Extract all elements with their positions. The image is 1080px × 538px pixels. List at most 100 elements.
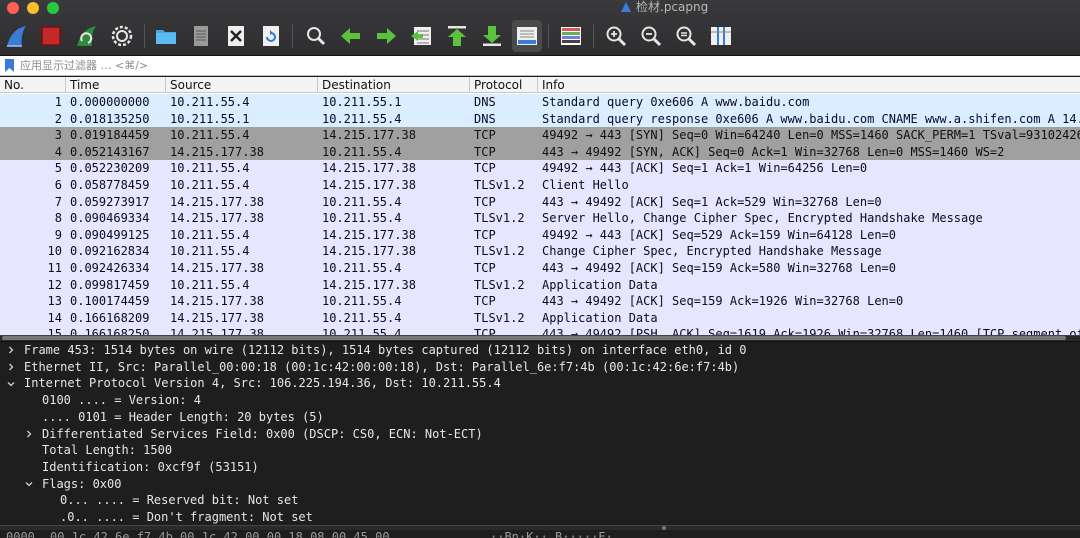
detail-tree-row[interactable]: Total Length: 1500 bbox=[0, 442, 1080, 459]
packet-details-tree: Frame 453: 1514 bytes on wire (12112 bit… bbox=[0, 342, 1080, 525]
packet-protocol: TCP bbox=[474, 261, 496, 275]
packet-row[interactable]: 4 0.052143167 14.215.177.38 10.211.55.4 TCP 4… bbox=[0, 143, 1080, 161]
window-zoom-button[interactable] bbox=[47, 2, 59, 14]
packet-row[interactable]: 5 0.052230209 10.211.55.4 14.215.177.38 TCP 4… bbox=[0, 160, 1080, 177]
colorize-button[interactable] bbox=[556, 20, 586, 52]
packet-row[interactable]: 9 0.090499125 10.211.55.4 14.215.177.38 TCP 4… bbox=[0, 226, 1080, 244]
packet-row[interactable]: 12 0.099817459 10.211.55.4 14.215.177.38 TLS… bbox=[0, 276, 1080, 294]
capture-options-button[interactable] bbox=[107, 20, 137, 52]
packet-row[interactable]: 6 0.058778459 10.211.55.4 14.215.177.38 TLSv… bbox=[0, 177, 1080, 194]
detail-tree-label: Frame 453: 1514 bytes on wire (12112 bit… bbox=[24, 343, 747, 357]
packet-row[interactable]: 1 0.000000000 10.211.55.4 10.211.55.1 DNS Sta… bbox=[0, 94, 1080, 111]
packet-no: 3 bbox=[54, 128, 62, 143]
scrollbar-thumb[interactable] bbox=[2, 336, 1066, 340]
detail-tree-row[interactable]: Differentiated Services Field: 0x00 (DSC… bbox=[0, 426, 1080, 443]
window-title-text: 检材.pcapng bbox=[636, 0, 709, 14]
chevron-right-icon[interactable] bbox=[24, 426, 34, 443]
packet-time: 0.090499125 bbox=[70, 227, 150, 242]
packet-info: 443 → 49492 [ACK] Seq=159 Ack=1926 Win=3… bbox=[542, 294, 904, 309]
packet-source: 10.211.55.4 bbox=[170, 128, 250, 143]
column-header-no[interactable]: No. bbox=[0, 77, 66, 93]
detail-tree-label: .0.. .... = Don't fragment: Not set bbox=[60, 510, 313, 524]
save-file-button[interactable] bbox=[186, 20, 216, 52]
open-file-button[interactable] bbox=[151, 20, 181, 52]
packet-row[interactable]: 11 0.092426334 14.215.177.38 10.211.55.4 TCP… bbox=[0, 260, 1080, 277]
stop-capture-button[interactable] bbox=[36, 20, 66, 52]
zoom-out-button[interactable] bbox=[636, 20, 666, 52]
packet-no: 14 bbox=[47, 310, 62, 325]
detail-tree-row[interactable]: 0100 .... = Version: 4 bbox=[0, 392, 1080, 409]
packet-row[interactable]: 7 0.059273917 14.215.177.38 10.211.55.4 TCP 4… bbox=[0, 193, 1080, 211]
toolbar-separator bbox=[292, 24, 293, 48]
arrow-right-icon bbox=[377, 28, 396, 44]
go-first-packet-button[interactable] bbox=[442, 20, 472, 52]
packet-no: 2 bbox=[54, 111, 62, 126]
column-header-info[interactable]: Info bbox=[538, 77, 1080, 93]
packet-time: 0.059273917 bbox=[70, 194, 150, 209]
packet-row[interactable]: 3 0.019184459 10.211.55.4 14.215.177.38 TCP 4… bbox=[0, 127, 1080, 144]
folder-icon bbox=[156, 30, 176, 44]
go-back-button[interactable] bbox=[336, 20, 366, 52]
column-header-protocol[interactable]: Protocol bbox=[470, 77, 538, 93]
detail-tree-row[interactable]: .0.. .... = Don't fragment: Not set bbox=[0, 509, 1080, 525]
window-title: 检材.pcapng bbox=[620, 0, 708, 14]
packet-list-hscrollbar[interactable] bbox=[0, 336, 1080, 340]
chevron-down-icon[interactable] bbox=[24, 476, 34, 493]
packet-time: 0.166168250 bbox=[70, 327, 150, 335]
reload-file-button[interactable] bbox=[256, 20, 286, 52]
detail-tree-row[interactable]: Frame 453: 1514 bytes on wire (12112 bit… bbox=[0, 342, 1080, 359]
detail-tree-row[interactable]: Identification: 0xcf9f (53151) bbox=[0, 459, 1080, 476]
detail-tree-row[interactable]: Flags: 0x00 bbox=[0, 476, 1080, 493]
start-capture-button[interactable] bbox=[2, 20, 32, 52]
toolbar-separator bbox=[593, 24, 594, 48]
packet-no: 11 bbox=[47, 261, 62, 275]
packet-destination: 14.215.177.38 bbox=[322, 277, 416, 292]
window-minimize-button[interactable] bbox=[27, 2, 39, 14]
arrow-up-bar-icon bbox=[448, 26, 466, 46]
go-forward-button[interactable] bbox=[371, 20, 401, 52]
restart-capture-button[interactable] bbox=[72, 20, 102, 52]
go-to-packet-button[interactable] bbox=[407, 20, 437, 52]
packet-list: No. Time Source Destination Protocol Inf… bbox=[0, 77, 1080, 335]
detail-tree-row[interactable]: Ethernet II, Src: Parallel_00:00:18 (00:… bbox=[0, 359, 1080, 376]
zoom-in-button[interactable] bbox=[601, 20, 631, 52]
packet-time: 0.052230209 bbox=[70, 161, 150, 176]
packet-protocol: DNS bbox=[474, 95, 496, 109]
packet-row[interactable]: 13 0.100174459 14.215.177.38 10.211.55.4 TCP… bbox=[0, 293, 1080, 310]
packet-time: 0.058778459 bbox=[70, 178, 150, 192]
packet-destination: 10.211.55.4 bbox=[322, 144, 402, 159]
detail-tree-row[interactable]: Internet Protocol Version 4, Src: 106.22… bbox=[0, 375, 1080, 392]
display-filter-input[interactable] bbox=[20, 57, 1076, 74]
packet-no: 15 bbox=[47, 327, 62, 335]
packet-row[interactable]: 14 0.166168209 14.215.177.38 10.211.55.4 TLS… bbox=[0, 309, 1080, 327]
shark-fin-icon bbox=[7, 26, 26, 47]
packet-row[interactable]: 2 0.018135250 10.211.55.1 10.211.55.4 DNS Sta… bbox=[0, 110, 1080, 128]
packet-info: 443 → 49492 [ACK] Seq=1 Ack=529 Win=3276… bbox=[542, 194, 882, 209]
auto-scroll-button[interactable] bbox=[512, 20, 542, 52]
column-header-time[interactable]: Time bbox=[66, 77, 166, 93]
packet-row[interactable]: 15 0.166168250 14.215.177.38 10.211.55.4 TCP… bbox=[0, 326, 1080, 335]
window-close-button[interactable] bbox=[7, 2, 19, 14]
go-last-packet-button[interactable] bbox=[477, 20, 507, 52]
packet-row[interactable]: 8 0.090469334 14.215.177.38 10.211.55.4 TLSv… bbox=[0, 210, 1080, 227]
detail-tree-row[interactable]: 0... .... = Reserved bit: Not set bbox=[0, 492, 1080, 509]
packet-protocol: TCP bbox=[474, 161, 496, 176]
column-header-source[interactable]: Source bbox=[166, 77, 318, 93]
detail-tree-row[interactable]: .... 0101 = Header Length: 20 bytes (5) bbox=[0, 409, 1080, 426]
packet-source: 10.211.55.4 bbox=[170, 95, 250, 109]
detail-tree-label: .... 0101 = Header Length: 20 bytes (5) bbox=[42, 409, 324, 424]
column-header-destination[interactable]: Destination bbox=[318, 77, 470, 93]
resize-columns-button[interactable] bbox=[706, 20, 736, 52]
bytes-hex: 00 1c 42 6e f7 4b 00 1c 42 00 00 18 08 0… bbox=[50, 530, 390, 538]
packet-no: 5 bbox=[54, 161, 62, 176]
document-fin-icon bbox=[621, 2, 631, 12]
close-file-button[interactable] bbox=[221, 20, 251, 52]
normal-size-button[interactable] bbox=[671, 20, 701, 52]
find-packet-button[interactable] bbox=[301, 20, 331, 52]
chevron-down-icon[interactable] bbox=[6, 375, 16, 392]
chevron-right-icon[interactable] bbox=[6, 359, 16, 376]
packet-row[interactable]: 10 0.092162834 10.211.55.4 14.215.177.38 TLS… bbox=[0, 243, 1080, 260]
bookmark-icon[interactable] bbox=[4, 58, 15, 73]
packet-no: 7 bbox=[54, 194, 62, 209]
chevron-right-icon[interactable] bbox=[6, 342, 16, 359]
